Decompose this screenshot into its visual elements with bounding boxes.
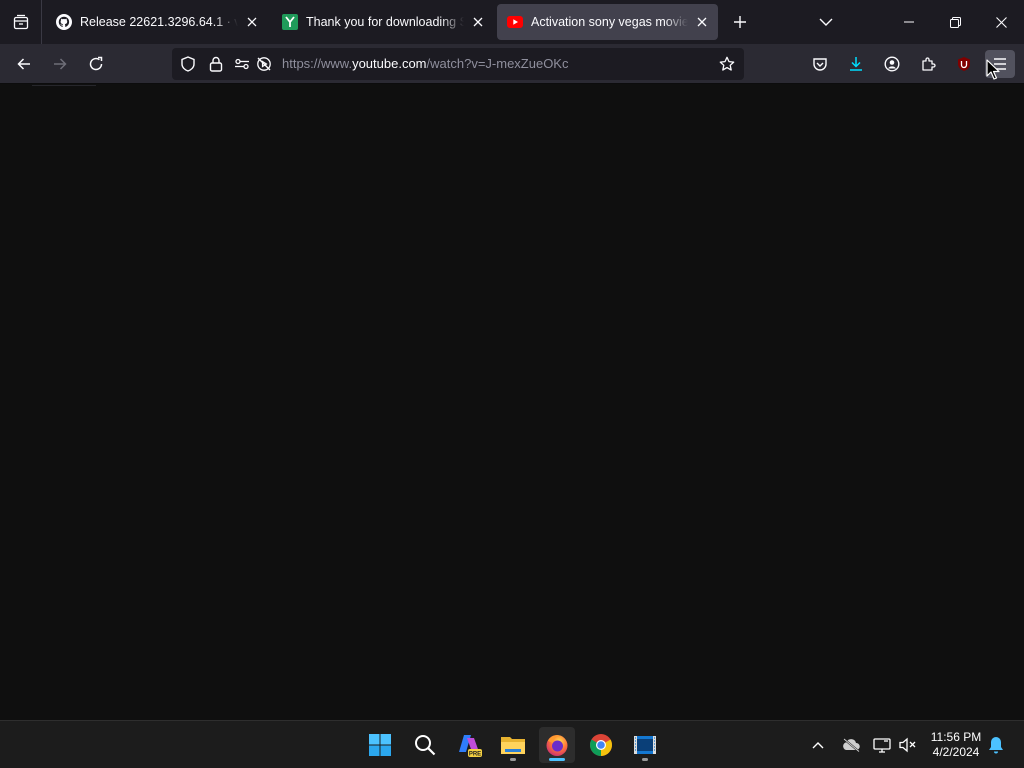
loading-placeholder (32, 85, 96, 86)
copilot-icon: PRE (459, 735, 482, 758)
reload-icon (89, 56, 103, 71)
pocket-icon (813, 58, 827, 71)
ublock-origin-button[interactable] (949, 50, 979, 78)
tab-title: Activation sony vegas movie studio (531, 15, 688, 29)
file-explorer-icon (501, 737, 525, 754)
softonic-icon (282, 14, 298, 30)
puzzle-icon (922, 57, 936, 71)
forward-button[interactable] (46, 50, 74, 78)
list-all-tabs-button[interactable] (814, 10, 838, 34)
show-hidden-icons-button[interactable] (806, 733, 830, 757)
running-indicator (510, 758, 516, 761)
clock-date: 4/2/2024 (932, 745, 980, 759)
youtube-icon (507, 14, 523, 30)
svg-text:PRE: PRE (469, 752, 481, 758)
arrow-right-icon (54, 58, 67, 70)
video-editor-button[interactable] (627, 727, 663, 763)
tab-strip: Release 22621.3296.64.1 · valinet/ Thank… (0, 0, 1024, 44)
page-content[interactable] (0, 85, 1024, 720)
notifications-button[interactable] (984, 733, 1008, 757)
clock-time: 11:56 PM (930, 730, 982, 744)
network-icon (873, 738, 891, 753)
firefox-view-icon (13, 14, 28, 30)
copilot-button[interactable]: PRE (451, 727, 487, 763)
mouse-cursor-icon (986, 59, 1000, 80)
address-bar[interactable]: https://www.youtube.com/watch?v=J-mexZue… (172, 48, 744, 80)
extensions-button[interactable] (913, 50, 943, 78)
start-icon (369, 734, 391, 756)
permissions-icon[interactable] (234, 56, 250, 72)
autoplay-blocked-icon[interactable] (256, 56, 272, 72)
tracking-protection-icon[interactable] (180, 56, 196, 72)
new-tab-button[interactable] (728, 10, 752, 34)
file-explorer-button[interactable] (495, 727, 531, 763)
download-icon (850, 57, 862, 71)
system-clock[interactable]: 11:56 PM 4/2/2024 (924, 730, 988, 760)
tab-github-release[interactable]: Release 22621.3296.64.1 · valinet/ (46, 4, 268, 40)
firefox-button[interactable] (539, 727, 575, 763)
onedrive-button[interactable] (839, 733, 863, 757)
network-button[interactable] (870, 733, 894, 757)
back-button[interactable] (10, 50, 38, 78)
minimize-icon (904, 21, 914, 23)
ublock-icon (958, 57, 970, 71)
start-button[interactable] (362, 727, 398, 763)
account-icon (884, 56, 900, 72)
chevron-down-icon (819, 18, 833, 26)
chevron-up-icon (812, 742, 824, 749)
cloud-offline-icon (843, 738, 860, 752)
url-path: /watch?v=J-mexZueOKc (426, 56, 569, 71)
plus-icon (734, 16, 746, 28)
bookmark-star-icon[interactable] (719, 56, 735, 72)
firefox-icon (546, 735, 568, 756)
tab-title: Thank you for downloading Sony (306, 15, 464, 29)
tab-youtube-activation[interactable]: Activation sony vegas movie studio (497, 4, 718, 40)
lock-icon[interactable] (208, 56, 224, 72)
minimize-button[interactable] (886, 0, 932, 44)
arrow-left-icon (17, 58, 30, 70)
account-button[interactable] (877, 50, 907, 78)
url-text: https://www.youtube.com/watch?v=J-mexZue… (282, 56, 568, 72)
pocket-button[interactable] (805, 50, 835, 78)
github-icon (56, 14, 72, 30)
bell-icon (989, 737, 1003, 754)
url-prefix: https://www. (282, 56, 353, 71)
close-tab-icon[interactable] (694, 14, 710, 30)
firefox-view-button[interactable] (0, 0, 42, 44)
navigation-toolbar: https://www.youtube.com/watch?v=J-mexZue… (0, 44, 1024, 106)
close-window-button[interactable] (978, 0, 1024, 44)
active-indicator (549, 758, 565, 761)
restore-button[interactable] (932, 0, 978, 44)
volume-muted-icon (899, 737, 916, 753)
chrome-button[interactable] (583, 727, 619, 763)
restore-icon (949, 16, 961, 28)
downloads-button[interactable] (841, 50, 871, 78)
url-host: youtube.com (352, 56, 427, 71)
running-indicator (642, 758, 648, 761)
volume-button[interactable] (896, 733, 920, 757)
video-editor-icon (634, 736, 656, 754)
chrome-icon (590, 734, 612, 756)
windows-taskbar: PRE 11:56 PM 4/2/2024 (0, 720, 1024, 768)
search-button[interactable] (407, 727, 443, 763)
close-icon (995, 16, 1007, 28)
search-icon (415, 735, 436, 756)
reload-button[interactable] (82, 50, 110, 78)
close-tab-icon[interactable] (244, 14, 260, 30)
tab-softonic-download[interactable]: Thank you for downloading Sony (272, 4, 494, 40)
close-tab-icon[interactable] (470, 14, 486, 30)
tab-title: Release 22621.3296.64.1 · valinet/ (80, 15, 238, 29)
